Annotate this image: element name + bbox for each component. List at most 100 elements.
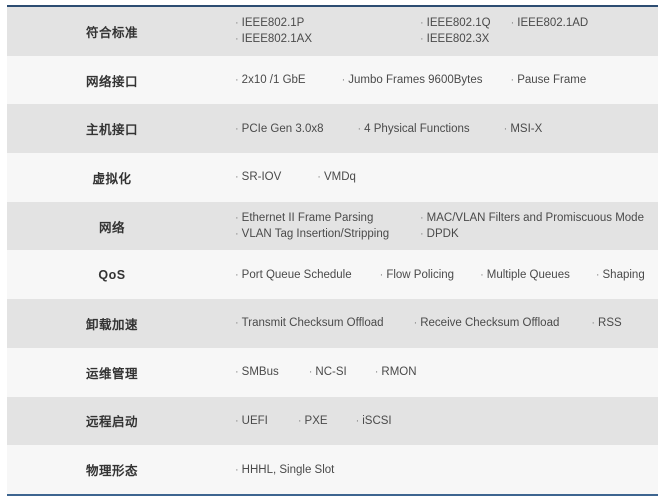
bullet-icon: · <box>297 414 302 427</box>
table-row: 物理形态 · HHHL, Single Slot <box>7 445 658 494</box>
bullet-icon: · <box>235 74 239 87</box>
spec-value-item: · VMDq <box>317 169 356 185</box>
spec-value-text: PXE <box>304 414 328 427</box>
spec-value-item: · PCIe Gen 3.0x8 <box>235 121 324 137</box>
spec-values-cell: · UEFI · PXE · iSCSI <box>217 397 658 446</box>
spec-label-cell: 符合标准 <box>85 25 138 40</box>
bullet-icon: · <box>317 171 321 184</box>
spec-value-text: SR-IOV <box>241 171 282 184</box>
spec-value-item: · IEEE802.1AD <box>511 15 589 31</box>
table-row: 网络 · Ethernet II Frame Parsing · MAC/VLAN Fi… <box>7 201 658 251</box>
bullet-icon: · <box>235 268 239 281</box>
spec-values-cell: · IEEE802.1P · IEEE802.1Q · IEEE802.1AD · IEEE8… <box>217 7 658 56</box>
spec-value-line: · Ethernet II Frame Parsing · MAC/VLAN Filt… <box>235 210 652 226</box>
spec-value-line: · SMBus · NC-SI · RMON <box>235 364 652 380</box>
specification-table-panel: 符合标准 · IEEE802.1P · IEEE802.1Q · IEEE802.1AD · I… <box>7 5 658 496</box>
bullet-icon: · <box>235 17 239 30</box>
spec-value-text: IEEE802.1Q <box>426 17 491 30</box>
spec-value-text: Shaping <box>602 268 645 281</box>
spec-value-item: · IEEE802.1Q <box>420 15 491 31</box>
spec-value-item: · Shaping <box>596 267 645 283</box>
spec-value-item: · NC-SI <box>309 364 347 380</box>
spec-value-text: IEEE802.1AD <box>517 17 589 30</box>
spec-label-cell: 运维管理 <box>85 366 138 381</box>
spec-value-text: SMBus <box>241 366 279 379</box>
spec-value-item: · MSI-X <box>504 121 543 137</box>
spec-label-cell: 网络接口 <box>85 74 138 89</box>
spec-value-text: RSS <box>598 317 622 330</box>
spec-value-item: · IEEE802.1AX <box>235 31 400 47</box>
bullet-icon: · <box>235 122 239 135</box>
spec-value-item: · 2x10 /1 GbE <box>235 72 306 88</box>
spec-value-text: MSI-X <box>510 122 543 135</box>
spec-values-cell: · HHHL, Single Slot <box>217 445 658 494</box>
spec-value-text: IEEE802.3X <box>426 33 490 46</box>
table-row: 网络接口 · 2x10 /1 GbE · Jumbo Frames 9600Bytes ·… <box>7 55 658 105</box>
spec-value-line: · 2x10 /1 GbE · Jumbo Frames 9600Bytes · Paus… <box>235 72 652 88</box>
bullet-icon: · <box>235 33 239 46</box>
spec-value-text: UEFI <box>241 414 268 427</box>
bullet-icon: · <box>235 228 239 241</box>
spec-value-line: · IEEE802.1P · IEEE802.1Q · IEEE802.1AD <box>235 15 652 31</box>
spec-label-cell: 物理形态 <box>85 464 138 479</box>
spec-value-item: · Jumbo Frames 9600Bytes <box>342 72 483 88</box>
bullet-icon: · <box>235 463 239 476</box>
spec-value-text: MAC/VLAN Filters and Promiscuous Mode <box>426 212 644 225</box>
spec-value-item: · Transmit Checksum Offload <box>235 315 384 331</box>
spec-value-item: · Port Queue Schedule <box>235 267 352 283</box>
spec-values-cell: · Port Queue Schedule · Flow Policing · Multi… <box>217 250 658 299</box>
spec-value-item: · PXE <box>298 413 328 429</box>
spec-value-line: · PCIe Gen 3.0x8 · 4 Physical Functions · MSI… <box>235 121 652 137</box>
spec-value-line: · Transmit Checksum Offload · Receive Check… <box>235 315 652 331</box>
bullet-icon: · <box>420 212 424 225</box>
spec-values-cell: · SR-IOV · VMDq <box>217 153 658 202</box>
spec-value-item: · HHHL, Single Slot <box>235 462 334 478</box>
spec-value-item: · MAC/VLAN Filters and Promiscuous Mode <box>420 210 644 226</box>
spec-value-text: RMON <box>381 366 417 379</box>
spec-value-text: NC-SI <box>315 366 347 379</box>
table-row: 虚拟化 · SR-IOV · VMDq <box>7 153 658 202</box>
table-row: 符合标准 · IEEE802.1P · IEEE802.1Q · IEEE802.1AD · I… <box>7 7 658 56</box>
spec-value-text: VLAN Tag Insertion/Stripping <box>241 228 390 241</box>
spec-value-text: IEEE802.1AX <box>241 33 312 46</box>
bullet-icon: · <box>420 228 424 241</box>
spec-value-text: Pause Frame <box>517 74 587 87</box>
spec-label-cell: 远程启动 <box>85 415 138 430</box>
spec-value-item: · IEEE802.1P <box>235 15 400 31</box>
bullet-icon: · <box>235 212 239 225</box>
spec-value-item: · RSS <box>591 315 621 331</box>
bullet-icon: · <box>420 33 424 46</box>
bullet-icon: · <box>235 366 239 379</box>
spec-value-item: · Ethernet II Frame Parsing <box>235 210 400 226</box>
spec-value-text: Port Queue Schedule <box>241 268 352 281</box>
spec-value-text: 2x10 /1 GbE <box>241 74 306 87</box>
spec-value-text: PCIe Gen 3.0x8 <box>241 122 324 135</box>
spec-value-item: · DPDK <box>420 226 459 242</box>
spec-value-item: · UEFI <box>235 413 268 429</box>
spec-label-cell: 虚拟化 <box>92 171 132 186</box>
spec-value-line: · SR-IOV · VMDq <box>235 169 652 185</box>
spec-value-text: Receive Checksum Offload <box>420 317 560 330</box>
spec-value-item: · SR-IOV <box>235 169 281 185</box>
spec-value-text: VMDq <box>323 171 356 184</box>
spec-value-item: · VLAN Tag Insertion/Stripping <box>235 226 400 242</box>
bullet-icon: · <box>420 17 424 30</box>
spec-label-cell: QoS <box>98 267 126 282</box>
spec-value-text: iSCSI <box>362 414 392 427</box>
spec-value-item: · Pause Frame <box>511 72 587 88</box>
bullet-icon: · <box>480 268 484 281</box>
spec-value-text: IEEE802.1P <box>241 17 305 30</box>
spec-value-item: · 4 Physical Functions <box>358 121 470 137</box>
spec-value-line: · HHHL, Single Slot <box>235 462 652 478</box>
spec-value-text: Ethernet II Frame Parsing <box>241 212 374 225</box>
spec-value-item: · Flow Policing <box>380 267 454 283</box>
table-row: 主机接口 · PCIe Gen 3.0x8 · 4 Physical Functions… <box>7 104 658 154</box>
spec-label-cell: 卸载加速 <box>85 317 138 332</box>
spec-value-text: Transmit Checksum Offload <box>241 317 384 330</box>
table-row: 运维管理 · SMBus · NC-SI · RMON <box>7 347 658 397</box>
spec-value-text: Flow Policing <box>386 268 455 281</box>
spec-value-text: 4 Physical Functions <box>364 122 470 135</box>
bullet-icon: · <box>595 268 600 281</box>
bullet-icon: · <box>235 171 239 184</box>
bullet-icon: · <box>235 414 239 427</box>
